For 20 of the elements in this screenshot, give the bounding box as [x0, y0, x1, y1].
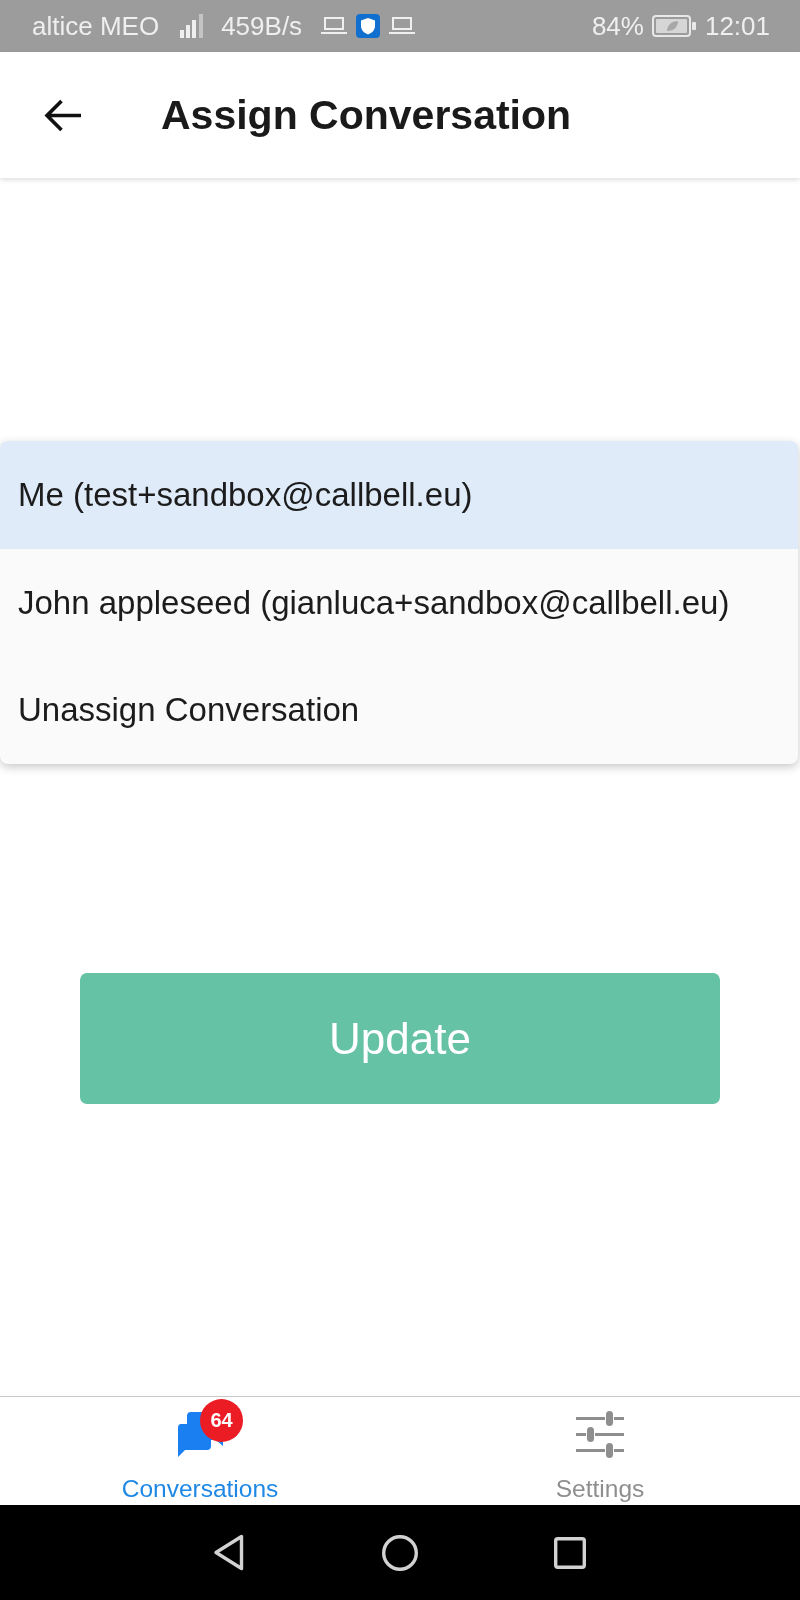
- battery-icon: [651, 15, 696, 37]
- nav-back-icon[interactable]: [213, 1534, 244, 1571]
- unread-count-badge: 64: [200, 1399, 243, 1442]
- nav-tab[interactable]: 64 Conversations: [0, 1397, 400, 1505]
- screen-title: Assign Conversation: [161, 91, 572, 139]
- shield-icon: [356, 14, 381, 38]
- home-icon[interactable]: [382, 1534, 418, 1571]
- signal-icon: [180, 14, 205, 38]
- menu-item[interactable]: John appleseed (gianluca+sandbox@callbell.eu): [0, 548, 798, 657]
- sliders-icon: [576, 1410, 624, 1458]
- carrier-name: altice MEO: [32, 10, 160, 42]
- recents-icon[interactable]: [554, 1536, 586, 1569]
- battery-percentage: 84%: [591, 10, 644, 42]
- clock-time: 12:01: [704, 10, 770, 42]
- laptop-icon: [321, 17, 348, 35]
- menu-item[interactable]: Me (test+sandbox@callbell.eu): [0, 441, 798, 549]
- back-arrow-icon: [43, 98, 82, 132]
- laptop-icon: [389, 17, 416, 35]
- network-speed: 459B/s: [221, 10, 303, 42]
- menu-item[interactable]: Unassign Conversation: [0, 656, 798, 765]
